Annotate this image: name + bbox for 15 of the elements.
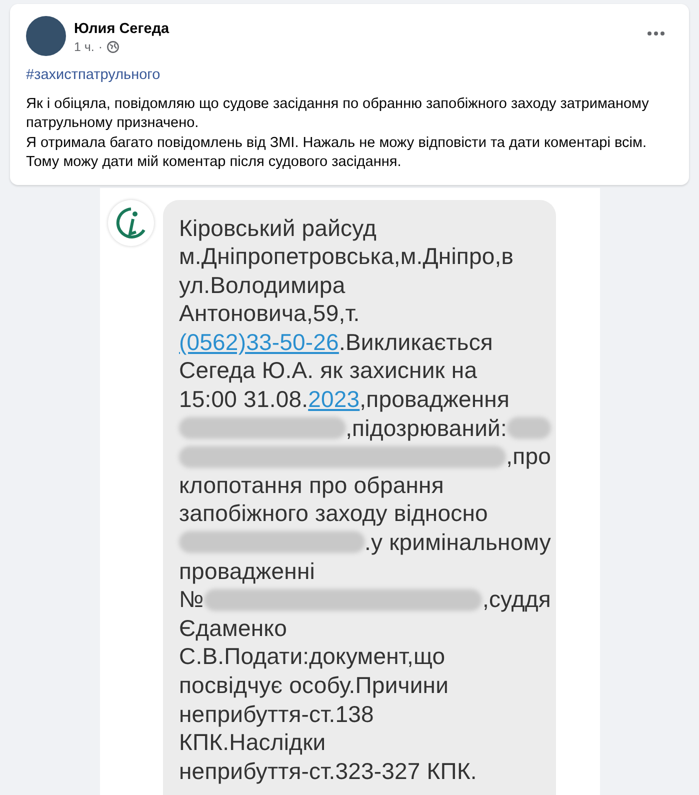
redaction-blur [507,416,551,439]
post-text: Як і обіцяла, повідомляю що судове засідання по обранню запобіжного заходу затриманому патрульному призначено. [26,94,650,133]
post-time[interactable]: 1 ч. [74,38,94,57]
post-text: Я отримала багато повідомлень від ЗМІ. Нажаль не можу відповісти та дати коментарі всім. [26,134,648,152]
author-name[interactable]: Юлия Сегеда [74,20,647,38]
globe-icon[interactable] [106,41,119,54]
avatar[interactable] [26,16,66,56]
more-options-icon[interactable] [647,31,665,36]
phone-link[interactable]: 2023 [308,386,360,412]
hashtag-link[interactable]: #захистпатрульного [26,64,673,86]
phone-link[interactable]: (0562)33-50-26 [179,328,339,355]
separator-dot: · [98,39,103,56]
sender-logo-icon [108,200,154,246]
message-text: Кіровський райсуд м.Дніпропетровська,м.Дніпро,в ул.Володимира Антоновича,59,т. (0562)33-50-26.Викликається Сегеда Ю.А. як захисник на 15:00 31.08.2023,провадження ,підозрюваний: ,про клопотання про обрання запобіжного заходу відносно .у кримінальному провадженні № ,суддя Єдаменко С.В.Подати:документ,що посвідчує особу.Причини неприбуття-ст.138 КПК.Наслідки неприбуття-ст.323-327 КПК. [179,214,550,786]
post-text: Тому можу дати мій коментар після судового засідання. [26,153,402,172]
